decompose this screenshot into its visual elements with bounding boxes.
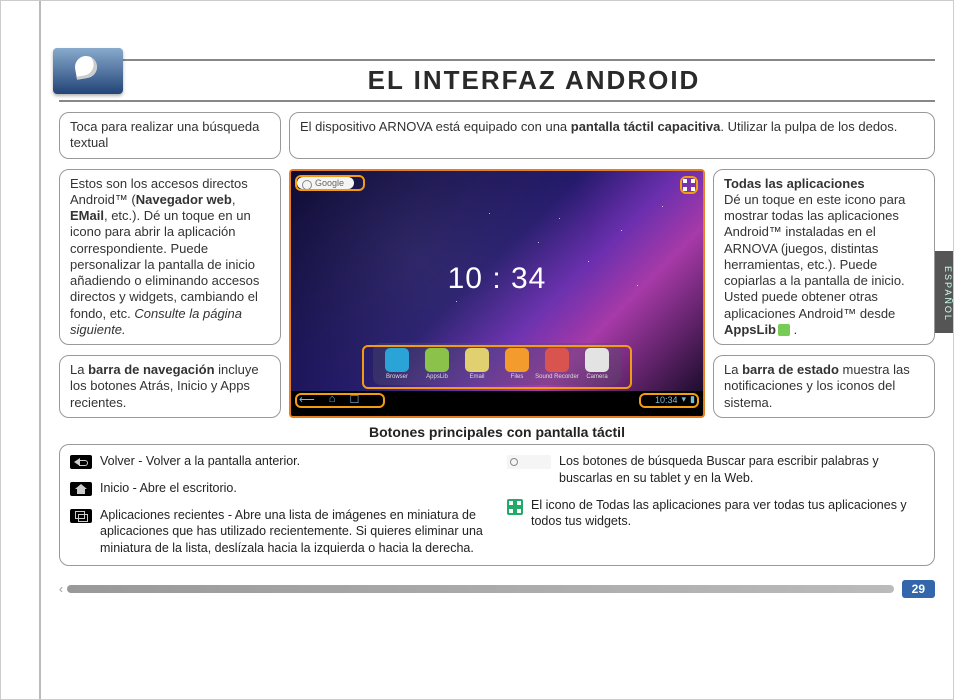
highlight-search	[295, 175, 365, 191]
highlight-allapps	[680, 176, 698, 194]
row-google: Los botones de búsqueda Buscar para escr…	[507, 453, 924, 487]
desc: El icono de Todas las aplicaciones para …	[531, 497, 924, 531]
highlight-statusbar	[639, 393, 699, 408]
text: La	[724, 362, 742, 377]
highlight-dock	[362, 345, 632, 389]
middle-grid: Estos son los accesos directos Android™ …	[59, 169, 935, 418]
manual-page: ESPAÑOL EL INTERFAZ ANDROID Toca para re…	[0, 0, 954, 700]
callout-search-tip: Toca para realizar una búsqueda textual	[59, 112, 281, 159]
desc: Volver - Volver a la pantalla anterior.	[100, 453, 300, 470]
callout-title: Todas las aplicaciones	[724, 176, 924, 192]
text-bold: EMail	[70, 208, 104, 223]
row-apps: El icono de Todas las aplicaciones para …	[507, 497, 924, 531]
text: El dispositivo ARNOVA está equipado con …	[300, 119, 571, 134]
page-footer: ‹‹‹ 29	[59, 580, 935, 598]
clock-time: 10 : 34	[448, 262, 547, 296]
footer-bar	[67, 585, 894, 593]
highlight-navbar	[295, 393, 385, 408]
text-bold: AppsLib	[724, 322, 776, 337]
desc: Inicio - Abre el escritorio.	[100, 480, 237, 497]
text-bold: barra de navegación	[88, 362, 214, 377]
text: . Utilizar la pulpa de los dedos.	[720, 119, 897, 134]
row-back: Volver - Volver a la pantalla anterior.	[70, 453, 487, 470]
text: La	[70, 362, 88, 377]
recent-button-icon	[70, 509, 92, 523]
page-number: 29	[902, 580, 935, 598]
desc: Los botones de búsqueda Buscar para escr…	[559, 453, 924, 487]
text-bold: Navegador web	[136, 192, 232, 207]
google-search-icon	[507, 455, 551, 469]
text: Dé un toque en este icono para mostrar t…	[724, 192, 905, 321]
section-heading: Botones principales con pantalla táctil	[59, 424, 935, 440]
back-button-icon	[70, 455, 92, 469]
row-recent: Aplicaciones recientes - Abre una lista …	[70, 507, 487, 558]
page-title: EL INTERFAZ ANDROID	[133, 65, 935, 96]
device-screenshot: Google 10 : 34 BrowserAppsLibEmailFilesS…	[289, 169, 705, 418]
top-callout-row: Toca para realizar una búsqueda textual …	[59, 112, 935, 159]
buttons-col-right: Los botones de búsqueda Buscar para escr…	[507, 453, 924, 557]
callout-touchscreen: El dispositivo ARNOVA está equipado con …	[289, 112, 935, 159]
left-callouts: Estos son los accesos directos Android™ …	[59, 169, 281, 418]
home-button-icon	[70, 482, 92, 496]
right-callouts: Todas las aplicaciones Dé un toque en es…	[713, 169, 935, 418]
desc: Aplicaciones recientes - Abre una lista …	[100, 507, 487, 558]
callout-navbar: La barra de navegación incluye los boton…	[59, 355, 281, 418]
text-bold: pantalla táctil capacitiva	[571, 119, 721, 134]
buttons-reference: Volver - Volver a la pantalla anterior. …	[59, 444, 935, 566]
appslib-icon	[778, 324, 790, 336]
touch-tablet-icon	[53, 48, 123, 94]
page-gutter	[39, 1, 41, 699]
page-header: EL INTERFAZ ANDROID	[59, 59, 935, 102]
text: Toca para realizar una búsqueda textual	[70, 119, 259, 150]
text: .	[790, 322, 797, 337]
callout-shortcuts: Estos son los accesos directos Android™ …	[59, 169, 281, 346]
text: , etc.). Dé un toque en un icono para ab…	[70, 208, 259, 321]
row-home: Inicio - Abre el escritorio.	[70, 480, 487, 497]
text-bold: barra de estado	[742, 362, 839, 377]
all-apps-button-icon	[507, 499, 523, 515]
buttons-col-left: Volver - Volver a la pantalla anterior. …	[70, 453, 487, 557]
android-homescreen: Google 10 : 34 BrowserAppsLibEmailFilesS…	[291, 171, 703, 409]
callout-allapps: Todas las aplicaciones Dé un toque en es…	[713, 169, 935, 346]
callout-statusbar: La barra de estado muestra las notificac…	[713, 355, 935, 418]
text: ,	[232, 192, 236, 207]
clock-widget: 10 : 34	[448, 262, 547, 298]
